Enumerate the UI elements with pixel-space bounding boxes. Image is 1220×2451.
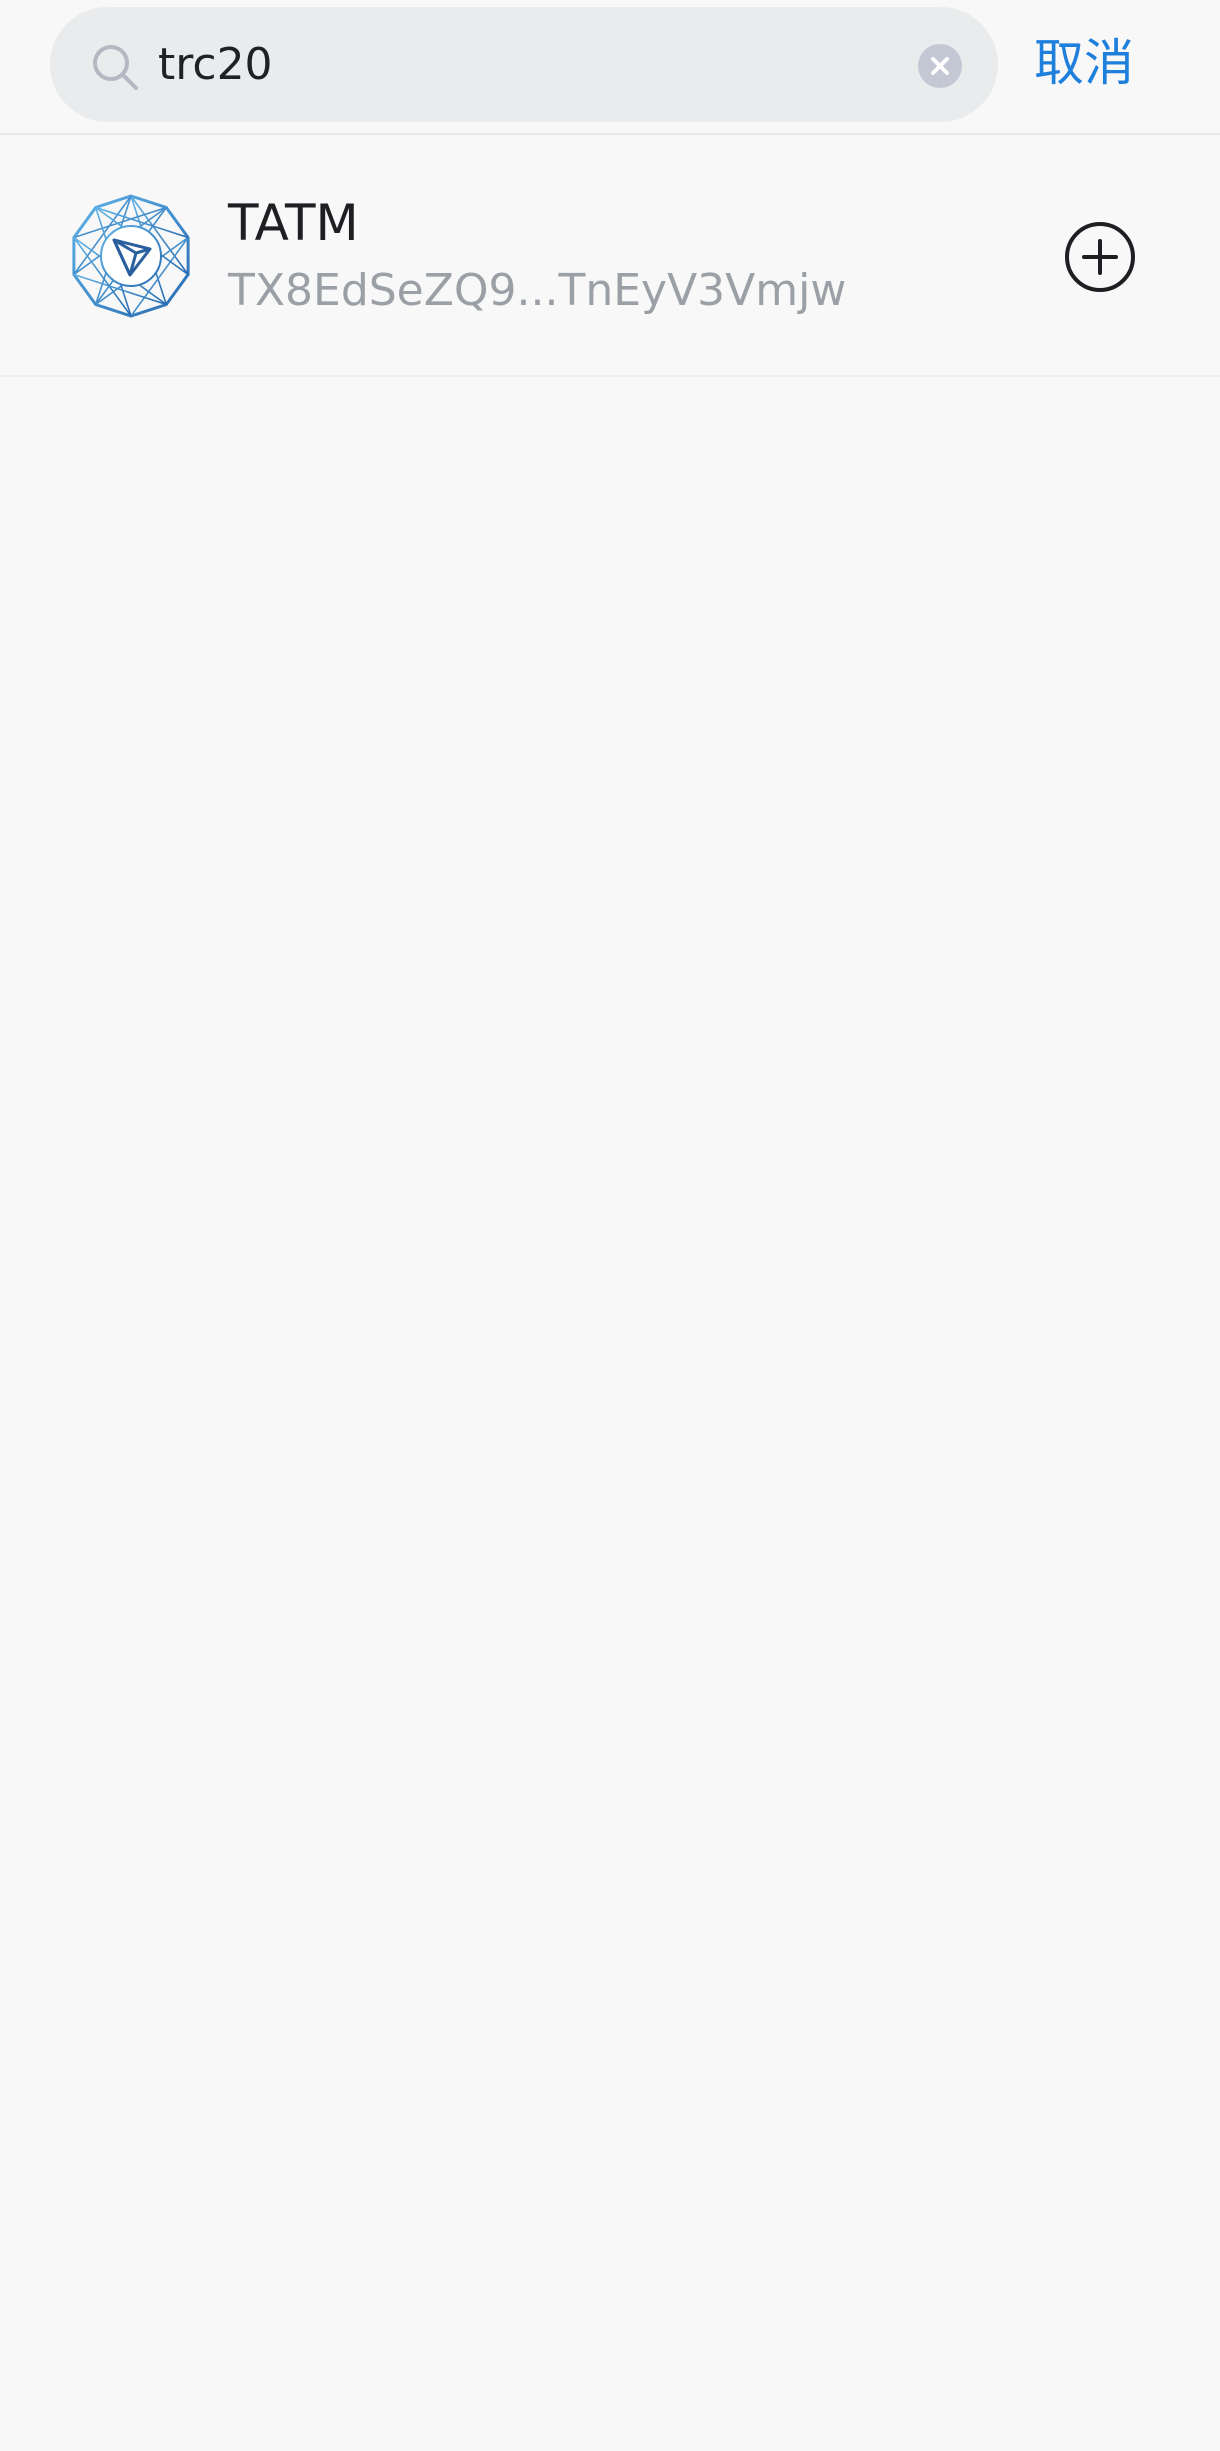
token-address: TX8EdSeZQ9...TnEyV3Vmjw [228,265,847,316]
token-result-row[interactable]: TATM TX8EdSeZQ9...TnEyV3Vmjw [0,135,1220,377]
add-token-button[interactable] [1062,219,1138,295]
close-icon [931,57,949,75]
tron-token-logo-icon [68,193,194,319]
search-icon [90,42,142,94]
cancel-button[interactable]: 取消 [1034,25,1184,101]
plus-circle-icon [1065,222,1135,292]
clear-search-button[interactable] [918,44,962,88]
search-input[interactable] [158,29,938,99]
search-header: 取消 [0,0,1220,135]
token-name: TATM [228,194,359,252]
search-bar[interactable] [50,7,998,122]
